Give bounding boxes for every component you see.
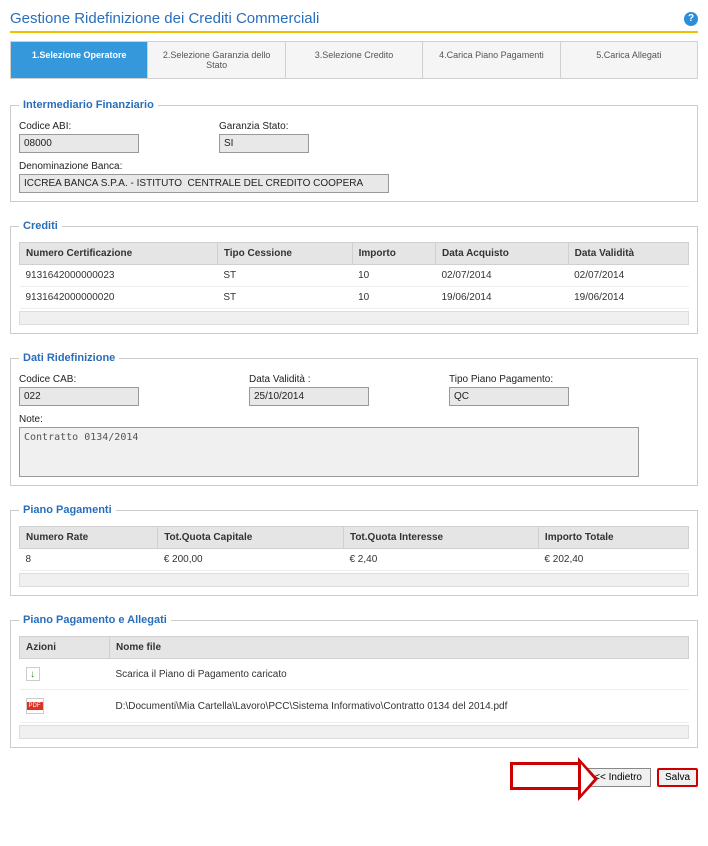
crediti-table: Numero Certificazione Tipo Cessione Impo… <box>19 242 689 309</box>
denom-label: Denominazione Banca: <box>19 161 689 172</box>
pagamenti-header: Tot.Quota Capitale <box>158 527 344 549</box>
horizontal-scrollbar[interactable] <box>19 725 689 739</box>
codice-abi-input[interactable] <box>19 134 139 153</box>
file-name: Scarica il Piano di Pagamento caricato <box>110 659 689 690</box>
pagamenti-header: Numero Rate <box>20 527 158 549</box>
horizontal-scrollbar[interactable] <box>19 573 689 587</box>
pagamenti-legend: Piano Pagamenti <box>19 504 116 516</box>
crediti-header: Importo <box>352 243 435 265</box>
crediti-legend: Crediti <box>19 220 62 232</box>
garanzia-label: Garanzia Stato: <box>219 121 309 132</box>
file-name: D:\Documenti\Mia Cartella\Lavoro\PCC\Sis… <box>110 690 689 723</box>
allegati-legend: Piano Pagamento e Allegati <box>19 614 171 626</box>
step-4[interactable]: 4.Carica Piano Pagamenti <box>423 42 560 78</box>
pdf-icon[interactable] <box>26 698 44 714</box>
page-title: Gestione Ridefinizione dei Crediti Comme… <box>10 10 319 27</box>
table-row: D:\Documenti\Mia Cartella\Lavoro\PCC\Sis… <box>20 690 689 723</box>
allegati-table: Azioni Nome file Scarica il Piano di Pag… <box>19 636 689 723</box>
note-textarea[interactable] <box>19 427 639 477</box>
table-row[interactable]: 9131642000000020 ST 10 19/06/2014 19/06/… <box>20 287 689 309</box>
tipo-piano-input[interactable] <box>449 387 569 406</box>
cab-label: Codice CAB: <box>19 374 139 385</box>
garanzia-input[interactable] <box>219 134 309 153</box>
back-button[interactable]: << Indietro <box>585 768 651 787</box>
step-5[interactable]: 5.Carica Allegati <box>561 42 697 78</box>
step-2[interactable]: 2.Selezione Garanzia dello Stato <box>148 42 285 78</box>
footer-actions: << Indietro Salva <box>10 768 698 787</box>
denom-input[interactable] <box>19 174 389 193</box>
intermediario-section: Intermediario Finanziario Codice ABI: Ga… <box>10 99 698 202</box>
crediti-header: Data Validità <box>568 243 688 265</box>
download-icon[interactable] <box>26 667 40 681</box>
crediti-header: Numero Certificazione <box>20 243 218 265</box>
tipo-piano-label: Tipo Piano Pagamento: <box>449 374 569 385</box>
horizontal-scrollbar[interactable] <box>19 311 689 325</box>
step-3[interactable]: 3.Selezione Credito <box>286 42 423 78</box>
allegati-section: Piano Pagamento e Allegati Azioni Nome f… <box>10 614 698 748</box>
allegati-header: Nome file <box>110 637 689 659</box>
table-row[interactable]: 8 € 200,00 € 2,40 € 202,40 <box>20 549 689 571</box>
table-row: Scarica il Piano di Pagamento caricato <box>20 659 689 690</box>
save-button[interactable]: Salva <box>657 768 698 787</box>
pagamenti-header: Importo Totale <box>538 527 688 549</box>
allegati-header: Azioni <box>20 637 110 659</box>
table-row[interactable]: 9131642000000023 ST 10 02/07/2014 02/07/… <box>20 265 689 287</box>
note-label: Note: <box>19 414 689 425</box>
crediti-header: Tipo Cessione <box>217 243 352 265</box>
annotation-arrow <box>510 762 580 790</box>
crediti-section: Crediti Numero Certificazione Tipo Cessi… <box>10 220 698 334</box>
steps-nav: 1.Selezione Operatore 2.Selezione Garanz… <box>10 41 698 79</box>
ridefinizione-section: Dati Ridefinizione Codice CAB: Data Vali… <box>10 352 698 486</box>
pagamenti-section: Piano Pagamenti Numero Rate Tot.Quota Ca… <box>10 504 698 596</box>
cab-input[interactable] <box>19 387 139 406</box>
step-1[interactable]: 1.Selezione Operatore <box>11 42 148 78</box>
data-validita-input[interactable] <box>249 387 369 406</box>
ridef-legend: Dati Ridefinizione <box>19 352 119 364</box>
crediti-header: Data Acquisto <box>436 243 569 265</box>
intermediario-legend: Intermediario Finanziario <box>19 99 158 111</box>
codice-abi-label: Codice ABI: <box>19 121 139 132</box>
pagamenti-table: Numero Rate Tot.Quota Capitale Tot.Quota… <box>19 526 689 571</box>
help-icon[interactable]: ? <box>684 12 698 26</box>
data-validita-label: Data Validità : <box>249 374 369 385</box>
pagamenti-header: Tot.Quota Interesse <box>343 527 538 549</box>
